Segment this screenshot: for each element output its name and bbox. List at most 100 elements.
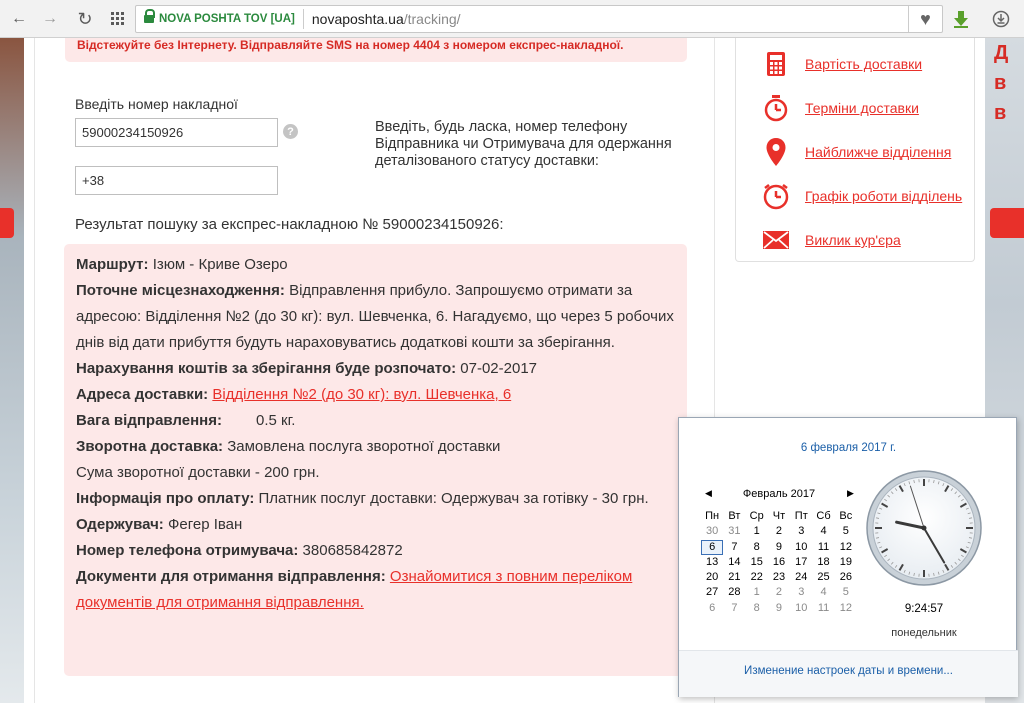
calendar-day[interactable]: 16 <box>768 555 790 570</box>
calendar-day[interactable]: 8 <box>746 540 768 555</box>
menu-item-office-hours[interactable]: Графік роботи відділень <box>736 181 976 211</box>
recipient-phone-row: Номер телефона отримувача: 380685842872 <box>76 542 403 559</box>
clock-weekday: понедельник <box>891 627 957 639</box>
calendar-day[interactable]: 3 <box>790 524 812 539</box>
calendar-day[interactable]: 14 <box>723 555 745 570</box>
address-row: Адреса доставки: Відділення №2 (до 30 кг… <box>76 386 512 403</box>
background-image-left <box>0 38 24 703</box>
calendar-day[interactable]: 18 <box>812 555 834 570</box>
calendar-day[interactable]: 10 <box>790 601 812 616</box>
calendar-day[interactable]: 11 <box>812 601 834 616</box>
calendar-day[interactable]: 6 <box>701 539 724 555</box>
address-link[interactable]: Відділення №2 (до 30 кг): вул. Шевченка,… <box>212 386 511 403</box>
calendar-grid: Пн Вт Ср Чт Пт Сб Вс 30 31 1 2 3 4 5 6 7 8 9 10 11 12 13 14 15… <box>701 509 857 616</box>
calendar-day[interactable]: 13 <box>701 555 723 570</box>
calendar-day[interactable]: 5 <box>835 585 857 600</box>
browser-toolbar: ← → ↻ NOVA POSHTA TOV [UA] novaposhta.ua… <box>0 0 1024 38</box>
calendar-day[interactable]: 21 <box>723 570 745 585</box>
tracking-result: Маршрут: Ізюм - Криве Озеро Поточне місц… <box>64 244 687 676</box>
side-tab-left[interactable] <box>0 208 14 238</box>
download-extension-icon[interactable] <box>948 6 974 32</box>
calendar-day[interactable]: 22 <box>746 570 768 585</box>
back-arrow-icon[interactable]: ← <box>6 6 32 32</box>
weight-row: Вага відправлення: 0.5 кг. <box>76 412 296 429</box>
route-row: Маршрут: Ізюм - Криве Озеро <box>76 256 288 273</box>
calendar-day[interactable]: 9 <box>768 601 790 616</box>
menu-item-delivery-cost[interactable]: Вартість доставки <box>736 49 976 79</box>
calendar-day[interactable]: 19 <box>835 555 857 570</box>
recipient-row: Одержувач: Фегер Іван <box>76 516 243 533</box>
calendar-day[interactable]: 5 <box>835 524 857 539</box>
calendar-day[interactable]: 11 <box>812 540 834 555</box>
bookmark-heart-icon[interactable]: ♥ <box>908 6 942 32</box>
calendar-day[interactable]: 1 <box>746 585 768 600</box>
side-tab-right[interactable] <box>990 208 1024 238</box>
calendar-day[interactable]: 28 <box>723 585 745 600</box>
calendar-weekday: Пн <box>705 510 720 522</box>
payment-row: Інформація про оплату: Платник послуг до… <box>76 490 649 507</box>
calendar-week-row: 6 7 8 9 10 11 12 <box>701 601 857 616</box>
calendar-week-row: 13 14 15 16 17 18 19 <box>701 555 857 570</box>
change-datetime-settings-link[interactable]: Изменение настроек даты и времени... <box>679 665 1018 677</box>
sms-banner: Відстежуйте без Інтернету. Відправляйте … <box>65 38 687 62</box>
calendar-day[interactable]: 25 <box>812 570 834 585</box>
calendar-day[interactable]: 27 <box>701 585 723 600</box>
menu-item-delivery-terms[interactable]: Терміни доставки <box>736 93 976 123</box>
calendar-day[interactable]: 23 <box>768 570 790 585</box>
calendar-day[interactable]: 12 <box>835 601 857 616</box>
menu-item-nearest-office[interactable]: Найближче відділення <box>736 137 976 167</box>
calendar-day[interactable]: 4 <box>812 585 834 600</box>
calendar-day[interactable]: 31 <box>723 524 745 539</box>
reload-icon[interactable]: ↻ <box>72 6 98 32</box>
calendar-weekday: Вт <box>728 510 741 522</box>
calendar-day[interactable]: 10 <box>790 540 812 555</box>
apps-grid-icon[interactable] <box>105 6 131 32</box>
calendar-full-date[interactable]: 6 февраля 2017 г. <box>679 442 1018 454</box>
calendar-week-row: 30 31 1 2 3 4 5 <box>701 524 857 539</box>
calendar-day[interactable]: 2 <box>768 585 790 600</box>
address-bar[interactable]: NOVA POSHTA TOV [UA] novaposhta.ua/track… <box>135 5 943 33</box>
calendar-day[interactable]: 2 <box>768 524 790 539</box>
calendar-day[interactable]: 20 <box>701 570 723 585</box>
calendar-day[interactable]: 1 <box>746 524 768 539</box>
next-month-arrow-icon[interactable]: ▶ <box>847 488 854 499</box>
calendar-day[interactable]: 26 <box>835 570 857 585</box>
calendar-day[interactable]: 15 <box>746 555 768 570</box>
calendar-weekday: Сб <box>816 510 831 522</box>
calendar-weekday: Пт <box>794 510 808 522</box>
calendar-day[interactable]: 8 <box>746 601 768 616</box>
menu-item-courier-call[interactable]: Виклик кур'єра <box>736 225 976 255</box>
calendar-footer: Изменение настроек даты и времени... <box>679 650 1018 697</box>
forward-arrow-icon[interactable]: → <box>37 6 63 32</box>
url-path: /tracking/ <box>403 11 461 27</box>
location-row: Поточне місцезнаходження: Відправлення п… <box>76 282 674 351</box>
documents-row: Документи для отримання відправлення: Оз… <box>76 568 633 611</box>
calendar-day[interactable]: 3 <box>790 585 812 600</box>
calendar-day[interactable]: 30 <box>701 524 723 539</box>
analog-clock <box>866 470 982 586</box>
calendar-month-title: Февраль 2017 <box>742 488 816 500</box>
phone-input[interactable] <box>75 166 278 195</box>
calendar-day[interactable]: 17 <box>790 555 812 570</box>
calendar-day[interactable]: 4 <box>812 524 834 539</box>
calendar-day[interactable]: 9 <box>768 540 790 555</box>
calendar-weekday: Чт <box>772 510 786 522</box>
map-pin-icon <box>762 137 790 167</box>
tracking-main-column: Відстежуйте без Інтернету. Відправляйте … <box>34 38 715 703</box>
downloads-icon[interactable] <box>988 6 1014 32</box>
help-icon[interactable]: ? <box>283 124 298 139</box>
calendar-day[interactable]: 7 <box>723 540 745 555</box>
secure-site-label: NOVA POSHTA TOV [UA] <box>159 13 295 25</box>
calendar-weekday: Вс <box>839 510 853 522</box>
calendar-weekday: Ср <box>749 510 764 522</box>
services-menu: Вартість доставки Терміни доставки Найбл… <box>735 38 975 262</box>
calendar-day[interactable]: 12 <box>835 540 857 555</box>
calendar-weekday-row: Пн Вт Ср Чт Пт Сб Вс <box>701 509 857 524</box>
calendar-day[interactable]: 6 <box>701 601 723 616</box>
calendar-day[interactable]: 7 <box>723 601 745 616</box>
return-row: Зворотна доставка: Замовлена послуга зво… <box>76 438 501 455</box>
storage-row: Нарахування коштів за зберігання буде ро… <box>76 360 538 377</box>
calendar-day[interactable]: 24 <box>790 570 812 585</box>
invoice-number-input[interactable] <box>75 118 278 147</box>
calculator-icon <box>762 49 790 79</box>
